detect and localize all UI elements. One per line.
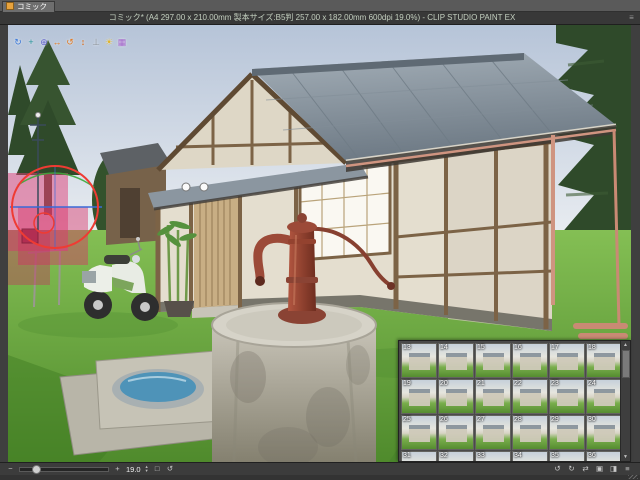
preset-number: 17 (551, 344, 559, 351)
scrollbar-thumb[interactable] (622, 350, 630, 378)
preset-thumbnail[interactable]: 24 (586, 379, 622, 414)
scroll-up-icon[interactable]: ▲ (621, 341, 630, 349)
preset-thumbnail[interactable]: 36 (586, 451, 622, 461)
3d-object-toolbar: ↻ + ⊕ ↔ ↺ ↕ ⊥ ☀ ▦ (12, 36, 128, 48)
preset-thumbnail[interactable]: 25 (401, 415, 437, 450)
subview-icon[interactable]: ◨ (609, 463, 618, 475)
house-door (194, 197, 238, 308)
preset-thumbnail[interactable]: 34 (512, 451, 548, 461)
scroll-down-icon[interactable]: ▼ (621, 453, 630, 461)
preset-thumbnail[interactable]: 22 (512, 379, 548, 414)
document-tab-label: コミック (17, 2, 47, 11)
title-bar: コミック* (A4 297.00 x 210.00mm 製本サイズ:B5判 25… (0, 12, 640, 25)
preset-number: 25 (403, 416, 411, 423)
camera-zoom-icon[interactable]: ⊕ (38, 36, 50, 48)
document-icon (6, 2, 14, 11)
preset-thumbnail[interactable]: 19 (401, 379, 437, 414)
options-icon[interactable]: ≡ (623, 463, 632, 475)
preset-number: 13 (403, 344, 411, 351)
preset-thumbnail[interactable]: 16 (512, 343, 548, 378)
preset-thumbnail[interactable]: 29 (549, 415, 585, 450)
zoom-out-button[interactable]: − (6, 463, 15, 475)
preset-number: 36 (588, 452, 596, 459)
app-window: コミック コミック* (A4 297.00 x 210.00mm 製本サイズ:B… (0, 0, 640, 480)
status-bar: − + 19.0 ▲ ▼ □ ↺ ↺ ↻ ⇄ ▣ ◨ ≡ (0, 462, 640, 475)
reset-view-button[interactable]: ↺ (166, 463, 175, 475)
preset-thumbnail[interactable]: 33 (475, 451, 511, 461)
preset-thumbnail[interactable]: 26 (438, 415, 474, 450)
preset-number: 21 (477, 380, 485, 387)
window-title: コミック* (A4 297.00 x 210.00mm 製本サイズ:B5判 25… (108, 13, 516, 22)
zoom-value: 19.0 (126, 464, 141, 474)
preset-number: 22 (514, 380, 522, 387)
rotate-left-icon[interactable]: ↺ (553, 463, 562, 475)
document-tab[interactable]: コミック (2, 1, 55, 12)
camera-pan-icon[interactable]: + (25, 36, 37, 48)
preset-angle-panel: 13 14 15 16 17 18 19 20 21 22 23 24 25 2… (398, 340, 631, 462)
well (211, 302, 377, 462)
preset-thumbnail[interactable]: 17 (549, 343, 585, 378)
window-menu-icon[interactable]: ≡ (626, 12, 637, 24)
preset-number: 31 (403, 452, 411, 459)
preset-grid: 13 14 15 16 17 18 19 20 21 22 23 24 25 2… (401, 343, 623, 461)
preset-thumbnail[interactable]: 14 (438, 343, 474, 378)
zoom-in-button[interactable]: + (113, 463, 122, 475)
camera-rotate-icon[interactable]: ↻ (12, 36, 24, 48)
preset-thumbnail[interactable]: 31 (401, 451, 437, 461)
preset-number: 27 (477, 416, 485, 423)
preset-number: 14 (440, 344, 448, 351)
rotate-right-icon[interactable]: ↻ (567, 463, 576, 475)
preset-number: 30 (588, 416, 596, 423)
camera-angle-list-icon[interactable]: ▦ (116, 36, 128, 48)
navigator-icon[interactable]: ▣ (595, 463, 604, 475)
zoom-slider[interactable] (19, 464, 109, 474)
preset-number: 19 (403, 380, 411, 387)
preset-number: 26 (440, 416, 448, 423)
preset-number: 29 (551, 416, 559, 423)
spinner-down-icon[interactable]: ▼ (145, 469, 149, 473)
flip-horizontal-icon[interactable]: ⇄ (581, 463, 590, 475)
preset-number: 28 (514, 416, 522, 423)
preset-thumbnail[interactable]: 13 (401, 343, 437, 378)
object-lift-icon[interactable]: ↕ (77, 36, 89, 48)
preset-scrollbar[interactable]: ▲ ▼ (620, 341, 630, 461)
preset-number: 15 (477, 344, 485, 351)
view-controls: ↺ ↻ ⇄ ▣ ◨ ≡ (553, 463, 632, 475)
preset-thumbnail[interactable]: 23 (549, 379, 585, 414)
zoom-slider-handle[interactable] (32, 464, 41, 474)
preset-thumbnail[interactable]: 28 (512, 415, 548, 450)
preset-thumbnail[interactable]: 27 (475, 415, 511, 450)
preset-number: 16 (514, 344, 522, 351)
preset-number: 34 (514, 452, 522, 459)
preset-number: 23 (551, 380, 559, 387)
preset-number: 18 (588, 344, 596, 351)
preset-thumbnail[interactable]: 35 (549, 451, 585, 461)
preset-thumbnail[interactable]: 18 (586, 343, 622, 378)
preset-number: 33 (477, 452, 485, 459)
preset-number: 20 (440, 380, 448, 387)
snap-ground-icon[interactable]: ⊥ (90, 36, 102, 48)
document-tab-strip: コミック (0, 0, 640, 12)
preset-thumbnail[interactable]: 32 (438, 451, 474, 461)
preset-number: 24 (588, 380, 596, 387)
object-move-icon[interactable]: ↔ (51, 36, 63, 48)
preset-number: 32 (440, 452, 448, 459)
zoom-controls: − + 19.0 ▲ ▼ □ ↺ (6, 463, 175, 475)
preset-number: 35 (551, 452, 559, 459)
resize-grip[interactable] (628, 475, 638, 479)
preset-thumbnail[interactable]: 20 (438, 379, 474, 414)
preset-thumbnail[interactable]: 21 (475, 379, 511, 414)
light-source-icon[interactable]: ☀ (103, 36, 115, 48)
preset-thumbnail[interactable]: 15 (475, 343, 511, 378)
preset-thumbnail[interactable]: 30 (586, 415, 622, 450)
fit-screen-button[interactable]: □ (153, 463, 162, 475)
zoom-spinner[interactable]: ▲ ▼ (145, 465, 149, 473)
object-rotate-icon[interactable]: ↺ (64, 36, 76, 48)
